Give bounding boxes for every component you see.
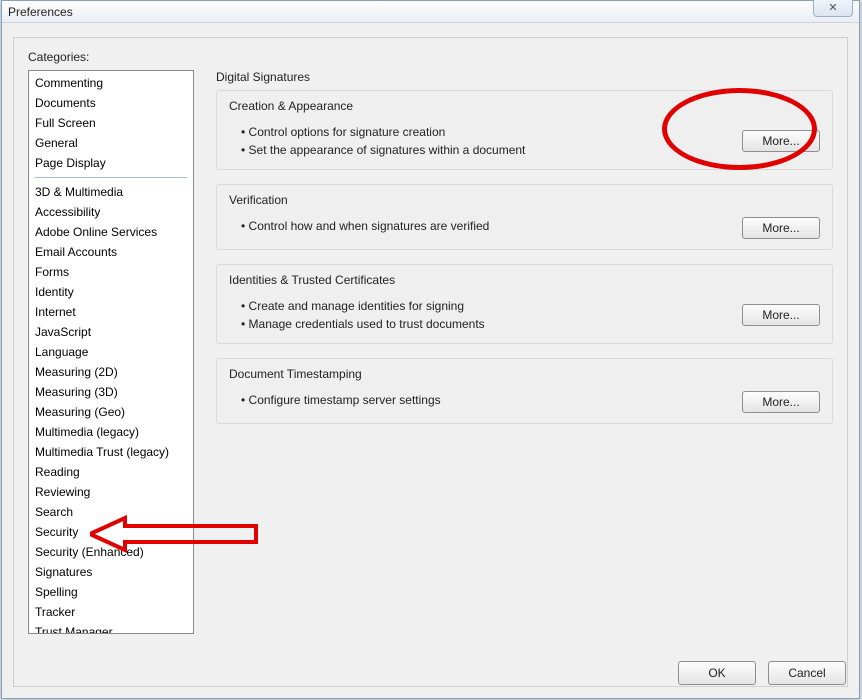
panel-bullets: Create and manage identities for signing… xyxy=(229,297,732,333)
category-item[interactable]: Reading xyxy=(29,462,193,482)
category-item[interactable]: Full Screen xyxy=(29,113,193,133)
category-item[interactable]: 3D & Multimedia xyxy=(29,182,193,202)
category-item[interactable]: Page Display xyxy=(29,153,193,173)
bullet: Set the appearance of signatures within … xyxy=(241,141,732,159)
category-item[interactable]: Measuring (2D) xyxy=(29,362,193,382)
more-button-creation[interactable]: More... xyxy=(742,130,820,152)
category-item[interactable]: Email Accounts xyxy=(29,242,193,262)
category-item[interactable]: Tracker xyxy=(29,602,193,622)
category-item[interactable]: Security (Enhanced) xyxy=(29,542,193,562)
categories-list[interactable]: Commenting Documents Full Screen General… xyxy=(28,70,194,634)
panel-bullets: Configure timestamp server settings xyxy=(229,391,732,409)
bullet: Manage credentials used to trust documen… xyxy=(241,315,732,333)
more-button-verification[interactable]: More... xyxy=(742,217,820,239)
cancel-button[interactable]: Cancel xyxy=(768,661,846,685)
panel-title: Identities & Trusted Certificates xyxy=(229,273,820,287)
category-item[interactable]: Multimedia Trust (legacy) xyxy=(29,442,193,462)
category-divider xyxy=(35,177,187,178)
category-item[interactable]: Spelling xyxy=(29,582,193,602)
close-icon: ✕ xyxy=(828,1,837,14)
panel-title: Verification xyxy=(229,193,820,207)
category-item[interactable]: Search xyxy=(29,502,193,522)
category-item[interactable]: Adobe Online Services xyxy=(29,222,193,242)
dialog-footer: OK Cancel xyxy=(678,661,846,685)
category-item[interactable]: Measuring (3D) xyxy=(29,382,193,402)
right-pane: Digital Signatures Creation & Appearance… xyxy=(216,70,833,634)
panel-bullets: Control options for signature creation S… xyxy=(229,123,732,159)
panel-creation-appearance: Creation & Appearance Control options fo… xyxy=(216,90,833,170)
category-item[interactable]: Documents xyxy=(29,93,193,113)
category-item[interactable]: JavaScript xyxy=(29,322,193,342)
preferences-dialog: Preferences ✕ Categories: Commenting Doc… xyxy=(1,0,860,699)
titlebar: Preferences ✕ xyxy=(2,1,859,23)
panel-bullets: Control how and when signatures are veri… xyxy=(229,217,732,235)
category-item[interactable]: Measuring (Geo) xyxy=(29,402,193,422)
category-item[interactable]: General xyxy=(29,133,193,153)
category-item-signatures[interactable]: Signatures xyxy=(29,562,193,582)
panel-verification: Verification Control how and when signat… xyxy=(216,184,833,250)
category-item[interactable]: Forms xyxy=(29,262,193,282)
more-button-timestamp[interactable]: More... xyxy=(742,391,820,413)
close-button[interactable]: ✕ xyxy=(813,0,853,17)
more-button-identities[interactable]: More... xyxy=(742,304,820,326)
section-title: Digital Signatures xyxy=(216,70,833,84)
category-item[interactable]: Internet xyxy=(29,302,193,322)
bullet: Configure timestamp server settings xyxy=(241,391,732,409)
category-item[interactable]: Multimedia (legacy) xyxy=(29,422,193,442)
category-item[interactable]: Accessibility xyxy=(29,202,193,222)
dialog-body: Categories: Commenting Documents Full Sc… xyxy=(13,37,848,687)
category-item[interactable]: Commenting xyxy=(29,73,193,93)
categories-label: Categories: xyxy=(28,50,833,64)
panel-title: Creation & Appearance xyxy=(229,99,820,113)
category-item[interactable]: Security xyxy=(29,522,193,542)
window-title: Preferences xyxy=(8,5,73,19)
ok-button[interactable]: OK xyxy=(678,661,756,685)
panel-title: Document Timestamping xyxy=(229,367,820,381)
content-row: Commenting Documents Full Screen General… xyxy=(28,70,833,634)
category-item[interactable]: Reviewing xyxy=(29,482,193,502)
bullet: Control options for signature creation xyxy=(241,123,732,141)
panel-identities: Identities & Trusted Certificates Create… xyxy=(216,264,833,344)
category-item[interactable]: Language xyxy=(29,342,193,362)
panel-timestamping: Document Timestamping Configure timestam… xyxy=(216,358,833,424)
category-item[interactable]: Identity xyxy=(29,282,193,302)
bullet: Control how and when signatures are veri… xyxy=(241,217,732,235)
bullet: Create and manage identities for signing xyxy=(241,297,732,315)
category-item[interactable]: Trust Manager xyxy=(29,622,193,634)
